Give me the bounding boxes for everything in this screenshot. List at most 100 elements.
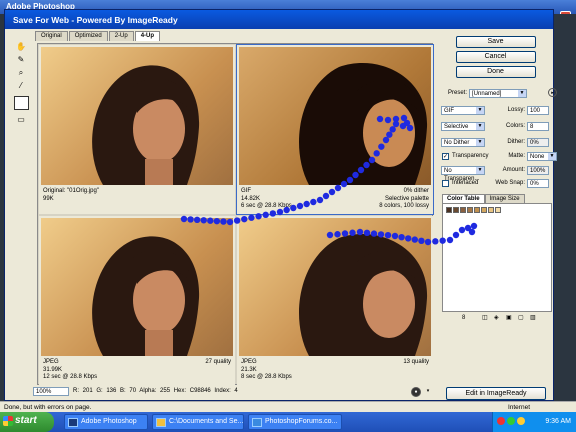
color-count: 8 — [462, 315, 466, 321]
taskbar-item-browser[interactable]: PhotoshopForums.co... — [248, 414, 342, 430]
pane-info: GIF 14.82K 6 sec @ 28.8 Kbps 0% dither Sele… — [241, 188, 429, 212]
preview-image — [41, 218, 233, 356]
info-line: 21.3K — [241, 366, 257, 373]
dither-field[interactable]: 0% — [527, 138, 549, 147]
folder-icon — [156, 418, 166, 427]
slice-select-icon[interactable]: ✎ — [14, 54, 28, 66]
taskbar-item-label: Adobe Photoshop — [81, 418, 137, 425]
websnap-field[interactable]: 0% — [527, 179, 549, 188]
zoom-icon[interactable]: ⌕ — [14, 67, 28, 79]
zoom-select[interactable]: 100% — [33, 387, 69, 396]
info-line: GIF — [241, 188, 251, 194]
transparency-dither-select[interactable]: No Transparen... ▼ — [441, 166, 485, 182]
matte-value: None — [530, 154, 545, 160]
info-line: 99K — [43, 195, 54, 202]
colors-label: Colors: — [505, 123, 525, 129]
transparency-checkbox[interactable]: ✓ — [442, 153, 449, 160]
chevron-down-icon[interactable]: ▾ — [423, 387, 433, 397]
cancel-button[interactable]: Cancel — [455, 51, 536, 63]
websnap-label: Web Snap: — [495, 180, 525, 186]
info-line: 8 colors, 100 lossy — [379, 203, 429, 209]
tray-network-icon[interactable] — [507, 417, 515, 425]
color-swatch[interactable] — [488, 207, 494, 213]
amount-field[interactable]: 100% — [527, 166, 549, 175]
preview-pane-jpeg-13[interactable]: JPEG 21.3K 8 sec @ 28.8 Kbps 13 quality — [237, 216, 433, 385]
save-button[interactable]: Save — [455, 36, 536, 48]
new-color-icon[interactable]: ▢ — [518, 314, 524, 321]
preview-pane-original[interactable]: Original: "01Orig.jpg" 99K — [39, 45, 235, 214]
color-swatch[interactable] — [453, 207, 459, 213]
tab-image-size[interactable]: Image Size — [484, 194, 525, 203]
trash-icon[interactable]: ▥ — [530, 314, 536, 321]
lossy-field[interactable]: 100 — [527, 106, 549, 115]
format-select[interactable]: GIF ▼ — [441, 106, 485, 115]
pane-info: JPEG 21.3K 8 sec @ 28.8 Kbps 13 quality — [241, 359, 429, 383]
optimize-menu-icon[interactable]: ▸ — [548, 88, 557, 97]
tray-volume-icon[interactable] — [517, 417, 525, 425]
hand-icon[interactable]: ✋ — [14, 41, 28, 53]
eyedropper-icon[interactable]: ⁄ — [14, 80, 28, 92]
info-line: 0% dither — [403, 188, 429, 194]
preview-image — [239, 47, 431, 185]
preview-grid: Original: "01Orig.jpg" 99K GIF 14.82K 6 sec… — [37, 43, 434, 385]
info-line: 12 sec @ 28.8 Kbps — [43, 374, 98, 380]
eyedropper-color-swatch[interactable] — [14, 96, 29, 110]
color-swatch[interactable] — [481, 207, 487, 213]
tab-optimized[interactable]: Optimized — [68, 31, 108, 41]
taskbar-item-label: PhotoshopForums.co... — [265, 418, 338, 425]
edit-in-imageready-button[interactable]: Edit in ImageReady — [446, 387, 546, 400]
matte-select[interactable]: None ▼ — [527, 152, 557, 161]
zoom-value: 100% — [36, 389, 52, 395]
toolbox: ✋ ✎ ⌕ ⁄ ▭ — [14, 41, 30, 127]
preset-select[interactable]: [Unnamed] ▼ — [469, 89, 527, 98]
taskbar-item-explorer[interactable]: C:\Documents and Se... — [152, 414, 244, 430]
dialog-title: Save For Web - Powered By ImageReady — [5, 10, 553, 29]
tab-4up[interactable]: 4-Up — [134, 31, 161, 41]
chevron-down-icon: ▼ — [476, 107, 484, 114]
color-swatch[interactable] — [474, 207, 480, 213]
taskbar-item-photoshop[interactable]: Adobe Photoshop — [64, 414, 148, 430]
chevron-down-icon: ▼ — [518, 90, 526, 97]
info-line: JPEG — [241, 359, 257, 365]
palette-value: Selective — [444, 124, 469, 130]
color-table-panel — [442, 203, 552, 312]
color-table-footer: 8 ◫ ◈ ▣ ▢ ▥ — [442, 314, 552, 324]
tab-color-table[interactable]: Color Table — [442, 194, 485, 203]
tab-original[interactable]: Original — [35, 31, 68, 41]
preview-pane-jpeg-27[interactable]: JPEG 31.99K 12 sec @ 28.8 Kbps 27 quality — [39, 216, 235, 385]
colors-value: 8 — [530, 124, 534, 130]
done-button[interactable]: Done — [455, 66, 536, 78]
pane-info: JPEG 31.99K 12 sec @ 28.8 Kbps 27 quality — [43, 359, 231, 383]
color-swatch[interactable] — [460, 207, 466, 213]
photoshop-icon — [68, 418, 78, 427]
lock-color-icon[interactable]: ▣ — [506, 314, 512, 321]
map-color-icon[interactable]: ◫ — [482, 314, 488, 321]
color-swatch[interactable] — [446, 207, 452, 213]
amount-value: 100% — [530, 168, 546, 174]
color-table-tabs: Color Table Image Size — [442, 194, 525, 203]
color-swatch[interactable] — [495, 207, 501, 213]
color-swatch[interactable] — [467, 207, 473, 213]
matte-label: Matte: — [508, 153, 525, 159]
preview-browser-icon[interactable]: ● — [411, 387, 421, 397]
shift-web-icon[interactable]: ◈ — [494, 314, 499, 321]
dither-label: Dither: — [507, 139, 525, 145]
amount-label: Amount: — [502, 167, 525, 173]
screen: Adobe Photoshop × Save For Web - Powered… — [0, 0, 576, 432]
start-button[interactable]: start — [0, 412, 54, 432]
tray-app-icon[interactable] — [497, 417, 505, 425]
info-line: JPEG — [43, 359, 59, 365]
preview-image — [239, 218, 431, 356]
taskbar-item-label: C:\Documents and Se... — [169, 418, 244, 425]
interlaced-checkbox[interactable] — [442, 180, 449, 187]
preview-pane-gif[interactable]: GIF 14.82K 6 sec @ 28.8 Kbps 0% dither Sele… — [236, 44, 434, 215]
toggle-slices-icon[interactable]: ▭ — [14, 114, 28, 126]
info-line: 27 quality — [205, 359, 231, 365]
palette-select[interactable]: Selective ▼ — [441, 122, 485, 131]
websnap-value: 0% — [530, 181, 539, 187]
preview-image — [41, 47, 233, 185]
colors-field[interactable]: 8 — [527, 122, 549, 131]
dither-method-select[interactable]: No Dither ▼ — [441, 138, 485, 147]
tab-2up[interactable]: 2-Up — [108, 31, 134, 41]
info-line: 8 sec @ 28.8 Kbps — [241, 374, 292, 380]
